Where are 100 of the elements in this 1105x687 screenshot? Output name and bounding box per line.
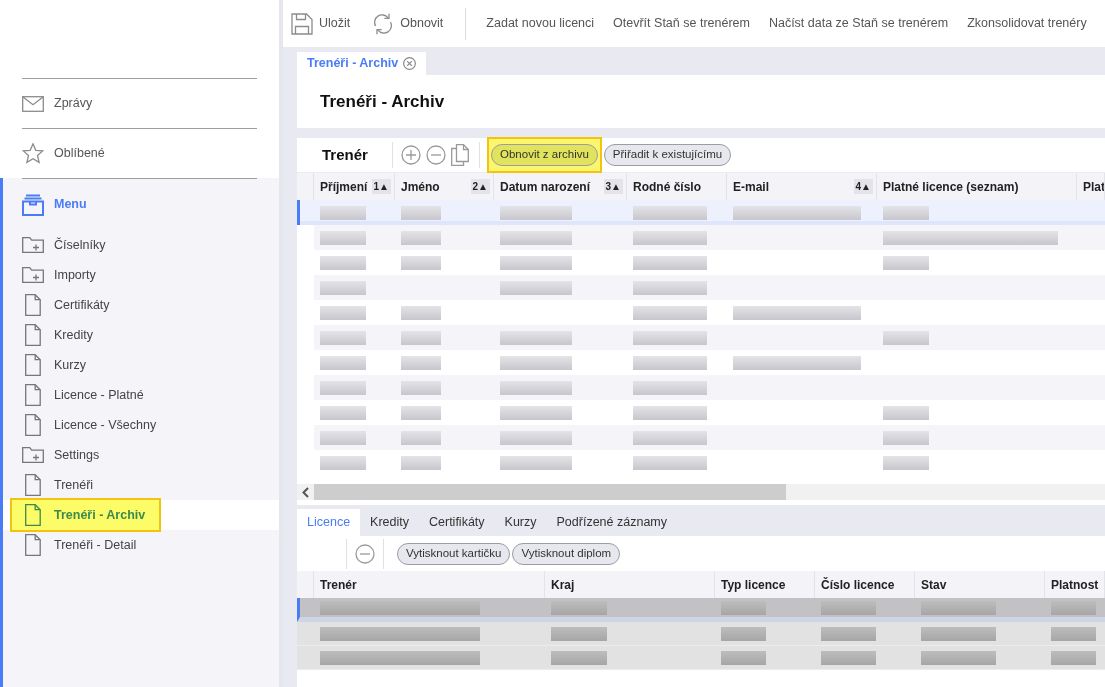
column-header[interactable]: Stav: [921, 575, 947, 594]
column-header[interactable]: Jméno: [401, 177, 440, 196]
toolbar-button[interactable]: Uložit: [291, 12, 351, 35]
blurred-text: [401, 355, 441, 370]
table-row[interactable]: [297, 375, 1105, 400]
toolbar-button[interactable]: Přiřadit k existujícímu: [603, 144, 732, 166]
menu-item[interactable]: Settings: [10, 440, 160, 470]
toolbar-action[interactable]: Zadat novou licenci: [486, 14, 595, 33]
table-row[interactable]: [297, 225, 1105, 250]
menu-item[interactable]: Trenéři: [10, 470, 160, 500]
blurred-text: [721, 600, 766, 615]
tab[interactable]: Podřízené záznamy: [546, 509, 677, 536]
blurred-text: [401, 430, 441, 445]
blurred-text: [883, 405, 929, 420]
toolbar-button[interactable]: Obnovit z archivu: [491, 144, 598, 166]
document-tab[interactable]: Trenéři - Archiv: [297, 52, 427, 75]
toolbar-action[interactable]: Otevřít Staň se trenérem: [613, 14, 750, 33]
toolbar-action[interactable]: Zkonsolidovat trenéry: [967, 14, 1087, 33]
blurred-text: [320, 330, 366, 345]
column-header[interactable]: Rodné číslo: [633, 177, 701, 196]
toolbar-button[interactable]: Obnovit: [372, 12, 444, 35]
toolbar-button[interactable]: Vytisknout diplom: [512, 542, 621, 565]
grid-title: Trenér: [321, 144, 369, 165]
column-header[interactable]: Typ licence: [721, 575, 786, 594]
star-icon: [22, 143, 44, 164]
sidebar-item[interactable]: Oblíbené: [22, 143, 105, 164]
column-header[interactable]: Kraj: [551, 575, 575, 594]
sort-badge[interactable]: 4▲: [853, 179, 873, 194]
document-icon: [25, 354, 41, 376]
blurred-text: [883, 430, 929, 445]
menu-item[interactable]: Číselníky: [10, 230, 160, 260]
scrollbar-thumb[interactable]: [314, 484, 786, 500]
blurred-text: [320, 305, 366, 320]
column-header[interactable]: Příjmení: [320, 177, 368, 196]
blurred-text: [320, 255, 366, 270]
blurred-text: [551, 626, 607, 641]
sort-badge[interactable]: 2▲: [470, 179, 490, 194]
blurred-text: [320, 280, 366, 295]
tab[interactable]: Licence: [297, 509, 361, 536]
document-icon: [25, 294, 41, 316]
blurred-text: [401, 305, 441, 320]
toolbar-action[interactable]: Načíst data ze Staň se trenérem: [768, 14, 949, 33]
column-header[interactable]: Platnost: [1051, 575, 1099, 594]
horizontal-scrollbar[interactable]: [297, 484, 1105, 500]
column-header[interactable]: Plat: [1083, 177, 1104, 196]
blurred-text: [401, 455, 441, 470]
document-icon: [25, 504, 41, 526]
menu-item[interactable]: Trenéři - Archiv: [10, 498, 162, 532]
add-icon: [401, 145, 421, 165]
menu-header[interactable]: Menu: [22, 193, 87, 216]
tab[interactable]: Certifikáty: [419, 509, 495, 536]
blurred-text: [320, 355, 366, 370]
menu-item[interactable]: Importy: [10, 260, 160, 290]
document-icon: [25, 414, 41, 436]
menu-item[interactable]: Trenéři - Detail: [10, 530, 160, 560]
archive-box-icon: [22, 193, 44, 216]
table-row[interactable]: [297, 325, 1105, 350]
column-header[interactable]: Platné licence (seznam): [883, 177, 1019, 196]
document-icon: [25, 534, 41, 556]
sidebar-item[interactable]: Zprávy: [22, 94, 93, 113]
column-header[interactable]: Číslo licence: [821, 575, 895, 594]
column-header[interactable]: Datum narození: [500, 177, 590, 196]
menu-item[interactable]: Licence - Platné: [10, 380, 160, 410]
document-icon: [25, 384, 41, 406]
envelope-icon: [22, 95, 44, 112]
blurred-text: [821, 626, 876, 641]
folder-plus-icon: [22, 447, 44, 463]
sort-badge[interactable]: 3▲: [603, 179, 623, 194]
table-row[interactable]: [297, 275, 1105, 300]
blurred-text: [883, 255, 929, 270]
sort-badge[interactable]: 1▲: [371, 179, 391, 194]
blurred-text: [401, 205, 441, 220]
folder-plus-icon: [22, 267, 44, 283]
blurred-text: [320, 230, 366, 245]
table-row[interactable]: [297, 200, 1105, 225]
menu-item[interactable]: Licence - Všechny: [10, 410, 173, 440]
blurred-text: [500, 230, 572, 245]
blurred-text: [1051, 626, 1096, 641]
column-header[interactable]: E-mail: [733, 177, 769, 196]
menu-item[interactable]: Kurzy: [10, 350, 160, 380]
blurred-text: [883, 330, 929, 345]
blurred-text: [500, 455, 572, 470]
blurred-text: [883, 455, 929, 470]
tab[interactable]: Kurzy: [494, 509, 547, 536]
close-icon: [403, 57, 417, 70]
column-header[interactable]: Trenér: [320, 575, 357, 594]
blurred-text: [551, 650, 607, 665]
blurred-text: [500, 430, 572, 445]
tab[interactable]: Kredity: [360, 509, 419, 536]
blurred-text: [821, 650, 876, 665]
menu-item[interactable]: Certifikáty: [10, 290, 160, 320]
menu-item[interactable]: Kredity: [10, 320, 160, 350]
blurred-text: [500, 255, 572, 270]
blurred-text: [320, 205, 366, 220]
blurred-text: [721, 626, 766, 641]
table-row[interactable]: [297, 425, 1105, 450]
blurred-text: [401, 405, 441, 420]
blurred-text: [1051, 600, 1096, 615]
toolbar-button[interactable]: Vytisknout kartičku: [397, 542, 511, 565]
copy-icon: [451, 144, 469, 166]
